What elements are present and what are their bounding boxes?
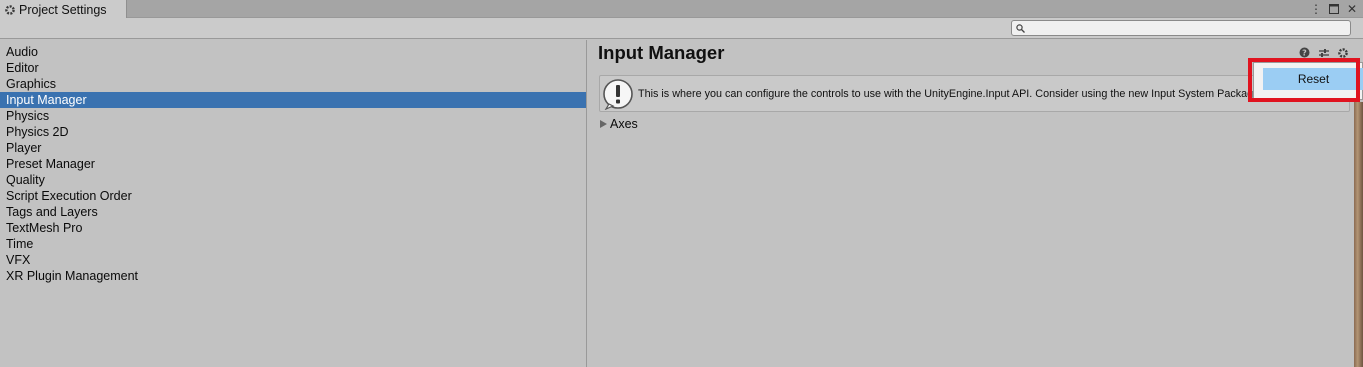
axes-foldout[interactable]: Axes (600, 117, 638, 131)
tab-project-settings[interactable]: Project Settings (0, 0, 127, 19)
sidebar-item-input-manager[interactable]: Input Manager (0, 92, 586, 108)
sidebar-item-textmesh-pro[interactable]: TextMesh Pro (0, 220, 586, 236)
page-title: Input Manager (598, 42, 725, 63)
sidebar-item-time[interactable]: Time (0, 236, 586, 252)
sidebar-item-editor[interactable]: Editor (0, 60, 586, 76)
svg-text:?: ? (1302, 49, 1307, 58)
close-icon[interactable]: ✕ (1345, 2, 1359, 16)
sidebar-item-vfx[interactable]: VFX (0, 252, 586, 268)
search-icon (1016, 23, 1025, 33)
preset-icon[interactable] (1317, 46, 1330, 59)
settings-gear-icon[interactable] (1336, 46, 1349, 59)
foldout-arrow-icon[interactable] (600, 120, 607, 128)
sidebar-item-player[interactable]: Player (0, 140, 586, 156)
title-bar: Project Settings ⋮ ✕ (0, 0, 1363, 19)
window-controls: ⋮ ✕ (1309, 0, 1363, 18)
sidebar-item-tags-and-layers[interactable]: Tags and Layers (0, 204, 586, 220)
reset-menu-item[interactable]: Reset (1263, 68, 1363, 90)
help-text: This is where you can configure the cont… (638, 87, 1300, 100)
sidebar-item-audio[interactable]: Audio (0, 44, 586, 60)
settings-sidebar: Audio Editor Graphics Input Manager Phys… (0, 40, 587, 367)
help-box: This is where you can configure the cont… (599, 75, 1350, 112)
sidebar-item-quality[interactable]: Quality (0, 172, 586, 188)
info-icon (603, 78, 633, 110)
context-menu: Reset (1253, 62, 1363, 100)
settings-content: Input Manager ? This is where you can co… (588, 40, 1363, 367)
axes-label: Axes (610, 117, 638, 131)
maximize-icon[interactable] (1327, 2, 1341, 16)
search-field[interactable] (1011, 20, 1351, 36)
sidebar-item-preset-manager[interactable]: Preset Manager (0, 156, 586, 172)
help-icon[interactable]: ? (1298, 46, 1311, 59)
more-icon[interactable]: ⋮ (1309, 2, 1323, 16)
gear-icon (4, 4, 16, 16)
background-strip (1354, 102, 1363, 367)
sidebar-item-physics[interactable]: Physics (0, 108, 586, 124)
toolbar (0, 18, 1363, 39)
sidebar-item-script-execution-order[interactable]: Script Execution Order (0, 188, 586, 204)
header-icons: ? (1298, 46, 1349, 59)
tab-title: Project Settings (19, 2, 107, 17)
search-input[interactable] (1029, 22, 1350, 34)
sidebar-item-physics-2d[interactable]: Physics 2D (0, 124, 586, 140)
sidebar-item-xr-plugin-management[interactable]: XR Plugin Management (0, 268, 586, 284)
sidebar-item-graphics[interactable]: Graphics (0, 76, 586, 92)
